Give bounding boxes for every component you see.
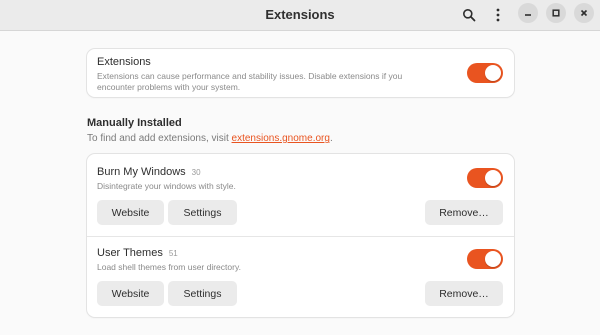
row-separator [87,236,514,237]
header-bar: Extensions [0,0,600,31]
search-button[interactable] [458,4,480,26]
extensions-global-title: Extensions [97,56,151,68]
extension-version: 51 [168,249,178,258]
description-suffix: . [329,133,333,144]
close-button[interactable] [574,3,594,23]
extension-toggle[interactable] [467,249,503,269]
toggle-knob [485,65,501,81]
toggle-knob [485,251,501,267]
installed-extensions-list: Burn My Windows 30 Disintegrate your wind… [87,154,514,317]
window-title: Extensions [265,7,335,22]
extension-name: Burn My Windows [97,166,186,178]
minimize-button[interactable] [518,3,538,23]
manually-installed-title: Manually Installed [87,117,182,129]
maximize-button[interactable] [546,3,566,23]
description-prefix: To find and add extensions, visit [87,133,232,144]
extensions-global-description: Extensions can cause performance and sta… [97,71,402,93]
manually-installed-description: To find and add extensions, visit extens… [87,133,333,144]
description-line-1: Extensions can cause performance and sta… [97,71,403,81]
remove-button[interactable]: Remove… [425,200,503,225]
extension-name: User Themes [97,247,163,259]
extension-description: Load shell themes from user directory. [97,262,241,272]
extension-description: Disintegrate your windows with style. [97,181,236,191]
kebab-menu-icon [496,8,500,22]
toggle-knob [485,170,501,186]
settings-button[interactable]: Settings [168,200,237,225]
extensions-global-toggle[interactable] [467,63,503,83]
description-line-2: encounter problems with your system. [97,82,241,92]
main-menu-button[interactable] [487,4,509,26]
maximize-icon [552,9,560,17]
extension-toggle[interactable] [467,168,503,188]
remove-button[interactable]: Remove… [425,281,503,306]
extension-title: User Themes 51 [97,247,178,259]
search-icon [463,9,476,22]
extension-title: Burn My Windows 30 [97,166,201,178]
minimize-icon [525,14,531,16]
settings-button[interactable]: Settings [168,281,237,306]
extension-version: 30 [191,168,201,177]
website-button[interactable]: Website [97,200,164,225]
extensions-global-card: Extensions Extensions can cause performa… [87,49,514,97]
website-button[interactable]: Website [97,281,164,306]
close-icon [580,9,588,17]
extensions-website-link[interactable]: extensions.gnome.org [232,133,330,144]
